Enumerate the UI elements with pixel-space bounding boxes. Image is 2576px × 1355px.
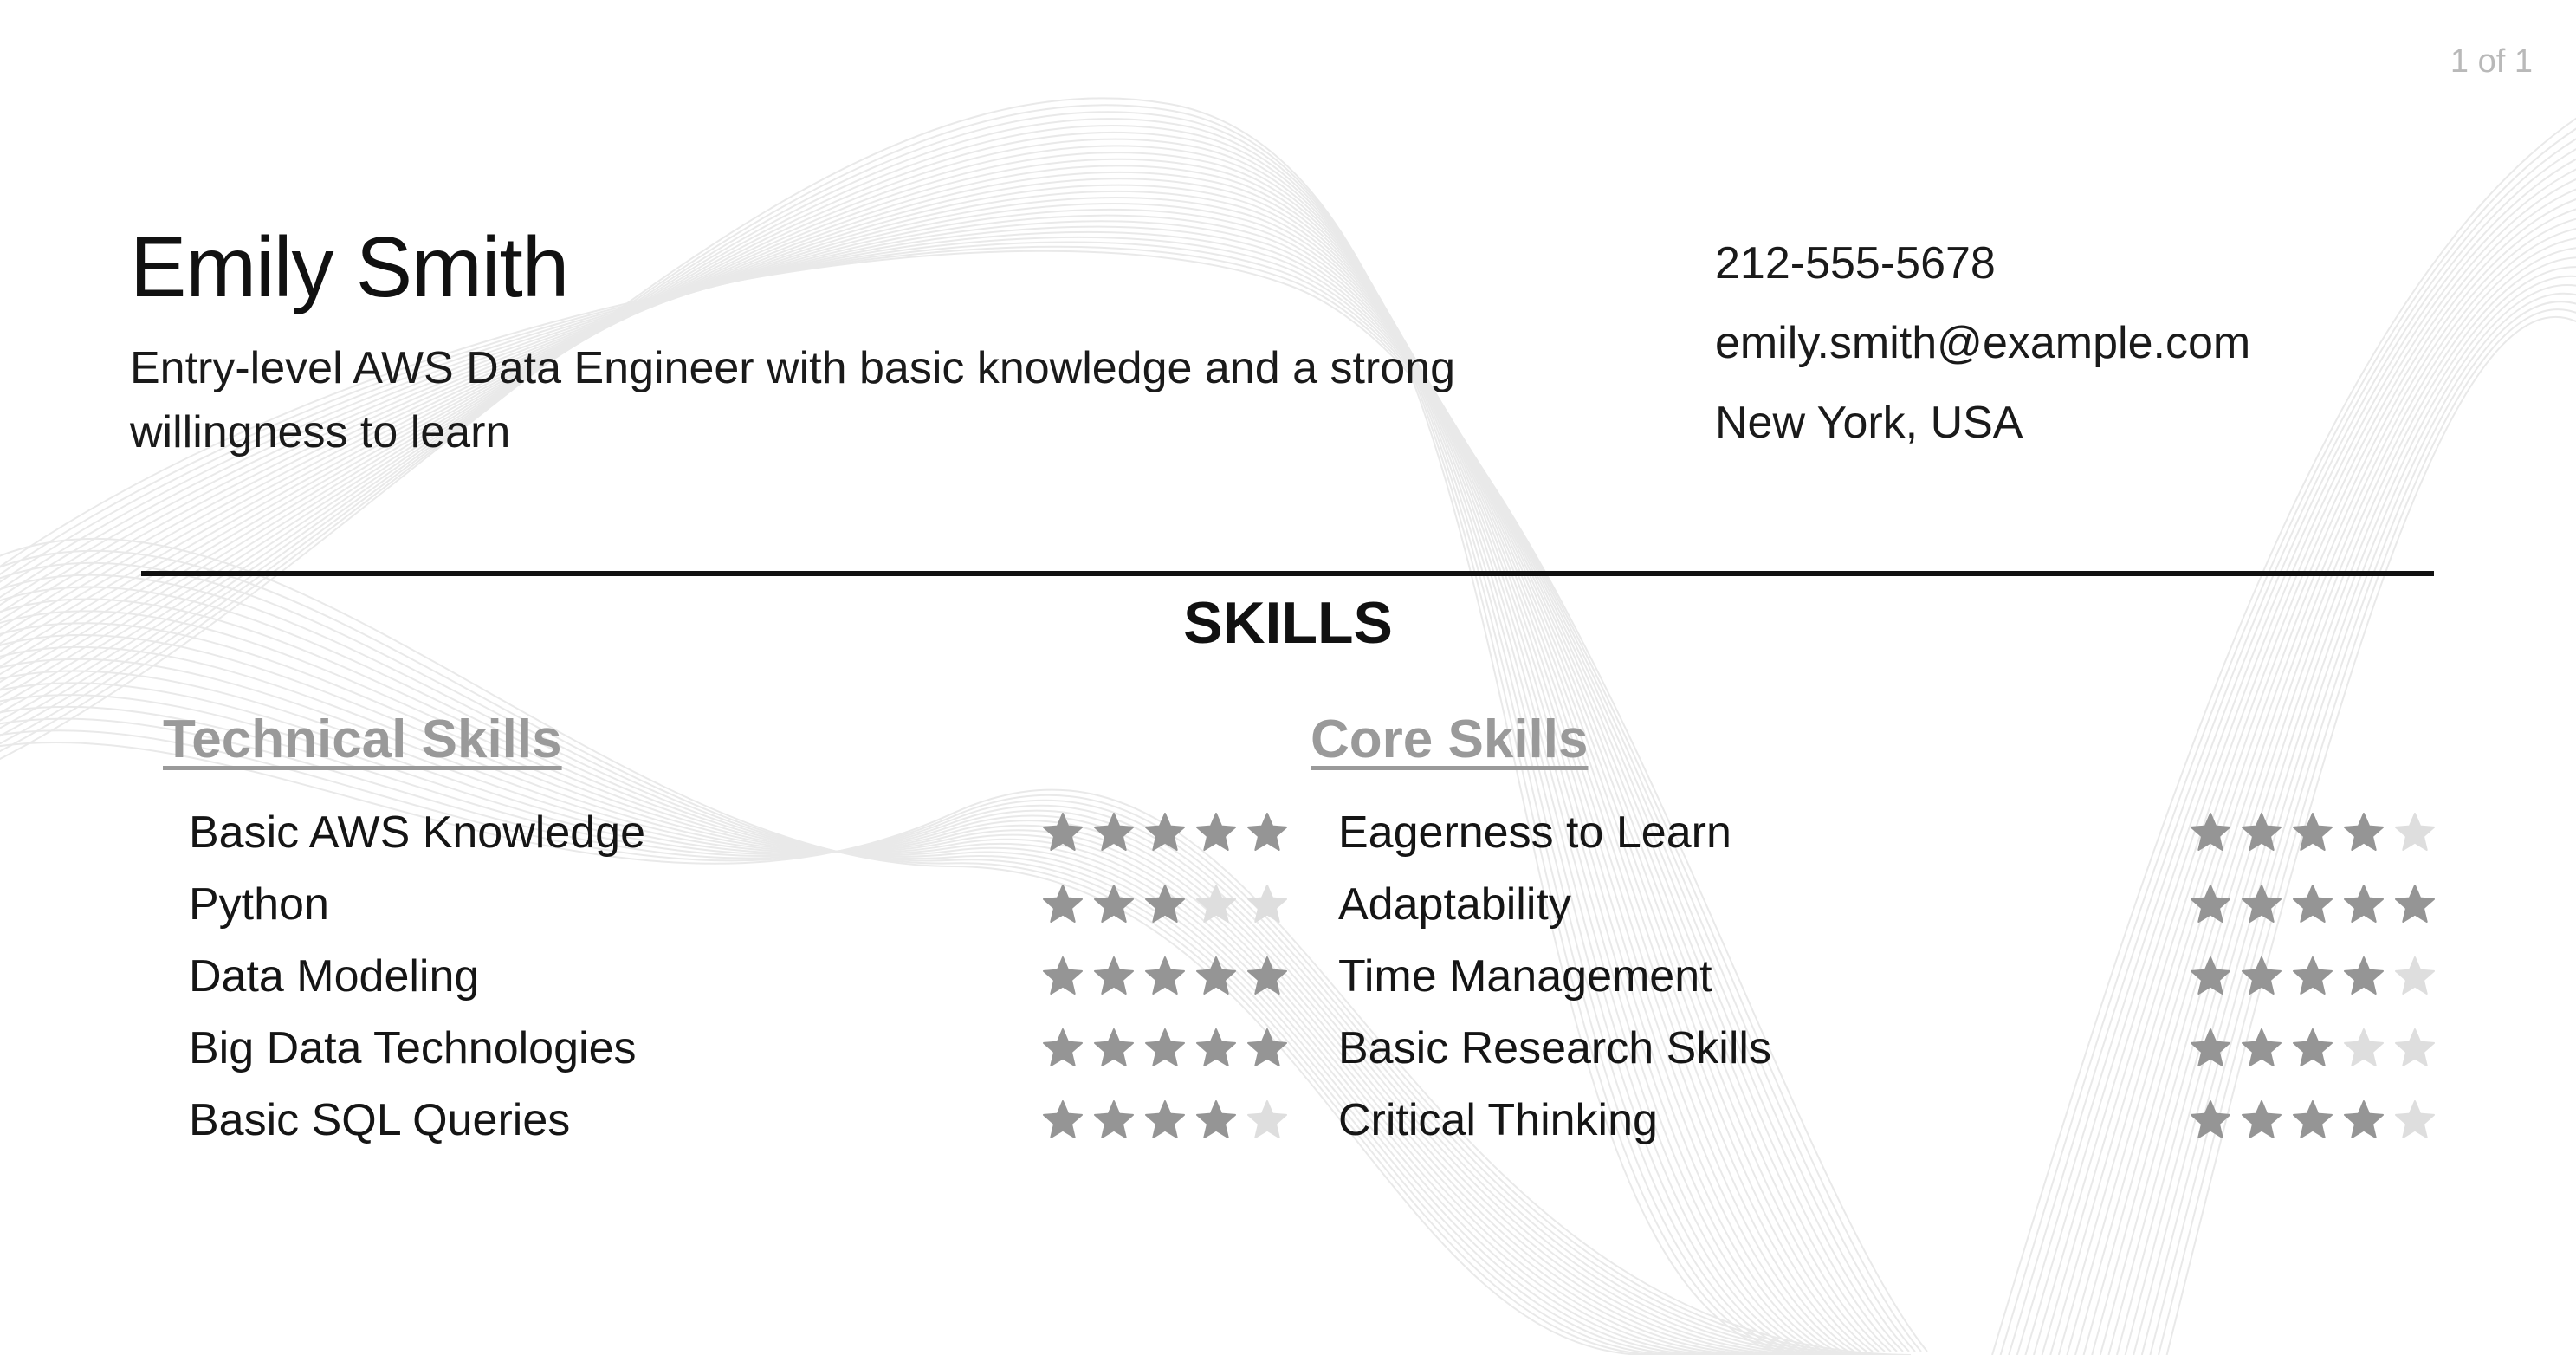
candidate-tagline: Entry-level AWS Data Engineer with basic… xyxy=(130,343,1455,457)
star-filled-icon xyxy=(1094,885,1134,924)
star-filled-icon xyxy=(2191,885,2230,924)
star-filled-icon xyxy=(1043,956,1083,995)
star-empty-icon xyxy=(2344,1028,2384,1066)
star-filled-icon xyxy=(1247,1028,1287,1066)
star-filled-icon xyxy=(1247,956,1287,995)
skill-row: Python xyxy=(189,869,1289,941)
contact-email: emily.smith@example.com xyxy=(1715,318,2251,368)
star-filled-icon xyxy=(2293,1099,2333,1138)
star-rating xyxy=(2189,1099,2437,1142)
skill-row: Basic Research Skills xyxy=(1338,1012,2437,1084)
star-filled-icon xyxy=(1247,813,1287,852)
section-divider xyxy=(141,571,2434,576)
star-filled-icon xyxy=(2242,956,2282,995)
skill-row: Big Data Technologies xyxy=(189,1012,1289,1084)
star-filled-icon xyxy=(1196,956,1236,995)
contact-phone: 212-555-5678 xyxy=(1715,238,1996,289)
technical-skills-list: Basic AWS Knowledge Python Data Modeling… xyxy=(189,797,1289,1156)
skill-label: Time Management xyxy=(1338,950,1712,1002)
skill-label: Big Data Technologies xyxy=(189,1022,637,1073)
star-filled-icon xyxy=(2191,1028,2230,1066)
skill-row: Basic SQL Queries xyxy=(189,1084,1289,1156)
star-filled-icon xyxy=(2242,1028,2282,1066)
star-filled-icon xyxy=(2191,813,2230,852)
star-filled-icon xyxy=(2293,813,2333,852)
star-empty-icon xyxy=(1247,1099,1287,1138)
skill-label: Basic Research Skills xyxy=(1338,1022,1771,1073)
candidate-name: Emily Smith xyxy=(130,219,569,314)
star-filled-icon xyxy=(2344,885,2384,924)
star-filled-icon xyxy=(1145,1028,1185,1066)
contact-location: New York, USA xyxy=(1715,398,2023,448)
star-rating xyxy=(1041,1099,1289,1142)
skill-label: Critical Thinking xyxy=(1338,1094,1658,1145)
star-rating xyxy=(2189,1027,2437,1070)
star-filled-icon xyxy=(1145,885,1185,924)
star-rating xyxy=(1041,811,1289,854)
star-filled-icon xyxy=(2395,885,2435,924)
star-rating xyxy=(2189,811,2437,854)
star-filled-icon xyxy=(2344,956,2384,995)
star-filled-icon xyxy=(1043,885,1083,924)
skill-label: Data Modeling xyxy=(189,950,480,1002)
star-filled-icon xyxy=(1043,1028,1083,1066)
star-rating xyxy=(2189,955,2437,998)
star-filled-icon xyxy=(1145,956,1185,995)
star-empty-icon xyxy=(2395,1099,2435,1138)
star-empty-icon xyxy=(2395,1028,2435,1066)
skills-section-title: SKILLS xyxy=(1183,590,1393,656)
star-rating xyxy=(2189,883,2437,926)
star-filled-icon xyxy=(2293,885,2333,924)
skill-label: Basic AWS Knowledge xyxy=(189,807,646,859)
star-filled-icon xyxy=(1145,813,1185,852)
star-filled-icon xyxy=(2242,885,2282,924)
skill-label: Basic SQL Queries xyxy=(189,1094,571,1145)
star-rating xyxy=(1041,955,1289,998)
star-filled-icon xyxy=(1094,956,1134,995)
page-indicator: 1 of 1 xyxy=(2450,43,2533,80)
star-filled-icon xyxy=(2344,813,2384,852)
star-rating xyxy=(1041,1027,1289,1070)
star-filled-icon xyxy=(1094,1099,1134,1138)
skill-label: Python xyxy=(189,879,329,930)
star-filled-icon xyxy=(2191,956,2230,995)
star-filled-icon xyxy=(2293,1028,2333,1066)
star-filled-icon xyxy=(1196,1028,1236,1066)
skill-label: Eagerness to Learn xyxy=(1338,807,1731,859)
star-filled-icon xyxy=(2242,813,2282,852)
skill-row: Adaptability xyxy=(1338,869,2437,941)
star-filled-icon xyxy=(1094,1028,1134,1066)
skill-row: Data Modeling xyxy=(189,941,1289,1013)
skill-row: Basic AWS Knowledge xyxy=(189,797,1289,869)
skill-label: Adaptability xyxy=(1338,879,1571,930)
star-filled-icon xyxy=(1043,813,1083,852)
star-filled-icon xyxy=(2191,1099,2230,1138)
star-empty-icon xyxy=(1196,885,1236,924)
technical-skills-heading: Technical Skills xyxy=(163,710,562,769)
skill-row: Time Management xyxy=(1338,941,2437,1013)
core-skills-heading: Core Skills xyxy=(1311,710,1589,769)
star-filled-icon xyxy=(2293,956,2333,995)
skill-row: Critical Thinking xyxy=(1338,1084,2437,1156)
core-skills-list: Eagerness to Learn Adaptability Time Man… xyxy=(1338,797,2437,1156)
contact-block: 212-555-5678 emily.smith@example.com New… xyxy=(1715,224,2250,463)
star-rating xyxy=(1041,883,1289,926)
skill-row: Eagerness to Learn xyxy=(1338,797,2437,869)
star-empty-icon xyxy=(1247,885,1287,924)
star-filled-icon xyxy=(2242,1099,2282,1138)
star-filled-icon xyxy=(1043,1099,1083,1138)
star-empty-icon xyxy=(2395,813,2435,852)
star-filled-icon xyxy=(1196,813,1236,852)
star-filled-icon xyxy=(1145,1099,1185,1138)
star-filled-icon xyxy=(1196,1099,1236,1138)
star-empty-icon xyxy=(2395,956,2435,995)
star-filled-icon xyxy=(1094,813,1134,852)
star-filled-icon xyxy=(2344,1099,2384,1138)
